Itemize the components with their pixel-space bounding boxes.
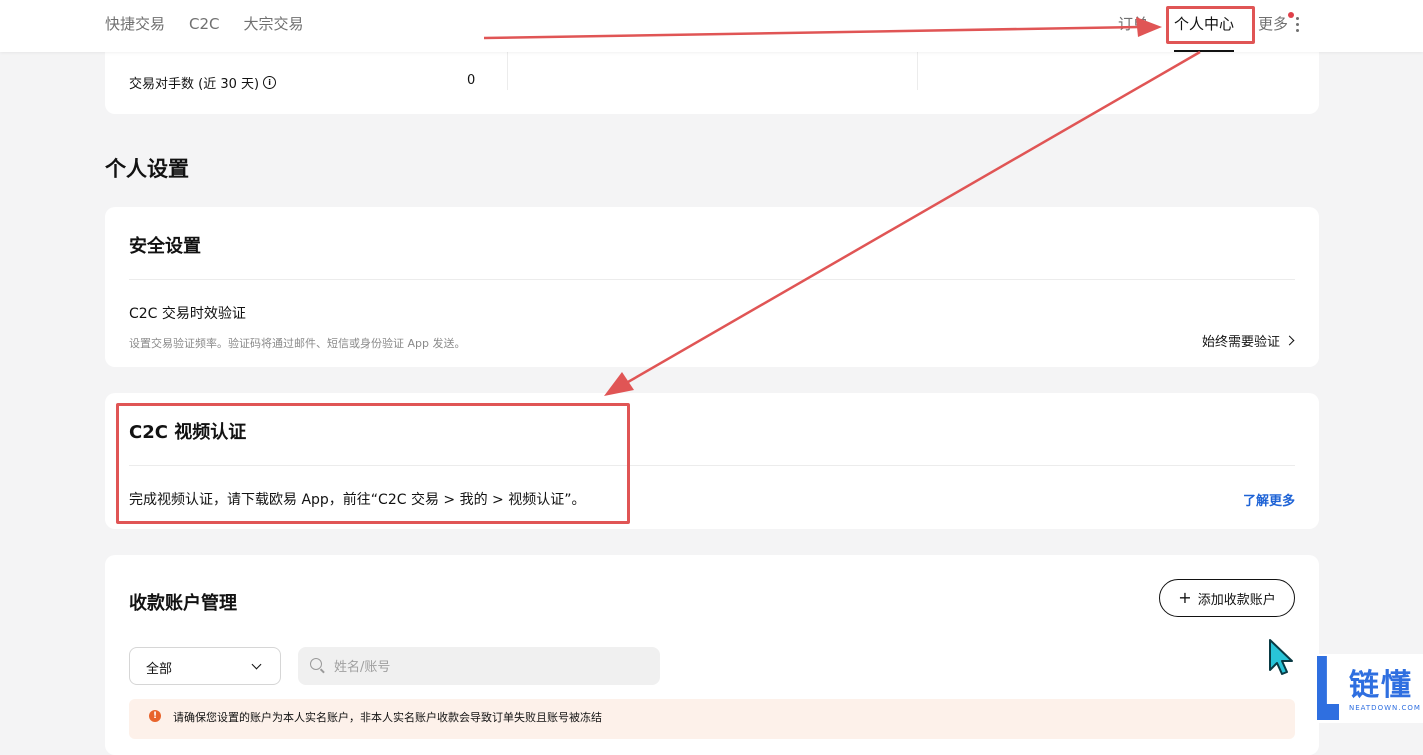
- counterparty-count-text: 交易对手数 (近 30 天): [129, 77, 260, 92]
- c2c-time-verification-desc: 设置交易验证频率。验证码将通过邮件、短信或身份验证 App 发送。: [129, 337, 466, 350]
- nav-more[interactable]: 更多: [1258, 12, 1295, 34]
- nav-orders[interactable]: 订单: [1118, 14, 1148, 34]
- personal-settings-title: 个人设置: [105, 157, 189, 181]
- highlight-box-video-auth: [116, 403, 630, 524]
- learn-more-link[interactable]: 了解更多: [1243, 490, 1295, 509]
- c2c-time-verification-title: C2C 交易时效验证: [129, 306, 246, 322]
- add-payment-account-button[interactable]: + 添加收款账户: [1159, 579, 1295, 617]
- payment-accounts-title: 收款账户管理: [129, 593, 237, 614]
- account-search-input[interactable]: [332, 647, 646, 687]
- nav-more-label: 更多: [1258, 15, 1289, 33]
- verification-frequency-value: 始终需要验证: [1201, 335, 1280, 350]
- watermark-subtext: NEATDOWN.COM: [1349, 704, 1421, 712]
- warning-icon: !: [149, 710, 161, 722]
- add-payment-account-label: 添加收款账户: [1197, 592, 1276, 608]
- chevron-down-icon: [251, 659, 262, 670]
- search-icon: [310, 658, 322, 670]
- counterparty-count-value: 0: [467, 73, 476, 88]
- account-search-box: [298, 647, 660, 687]
- plus-icon: +: [1178, 588, 1192, 607]
- info-icon[interactable]: i: [263, 76, 277, 89]
- account-type-selected: 全部: [146, 662, 173, 677]
- nav-block-trade[interactable]: 大宗交易: [244, 14, 304, 34]
- watermark-logo: 链懂 NEATDOWN.COM: [1309, 654, 1423, 723]
- nav-left-group: 快捷交易 C2C 大宗交易: [105, 14, 304, 34]
- security-settings-card: 安全设置 C2C 交易时效验证 设置交易验证频率。验证码将通过邮件、短信或身份验…: [105, 207, 1319, 367]
- security-settings-title: 安全设置: [129, 236, 201, 257]
- real-name-notice: ! 请确保您设置的账户为本人实名账户，非本人实名账户收款会导致订单失败且账号被冻…: [129, 699, 1295, 739]
- nav-quick-trade[interactable]: 快捷交易: [105, 14, 165, 34]
- counterparty-count-label: 交易对手数 (近 30 天) i: [129, 73, 277, 92]
- mouse-cursor-icon: [1269, 639, 1293, 675]
- card-divider: [129, 279, 1295, 280]
- notification-dot-icon: [1288, 12, 1295, 18]
- chevron-right-icon: [1284, 335, 1295, 346]
- account-type-select[interactable]: 全部: [129, 647, 281, 685]
- nav-c2c[interactable]: C2C: [189, 14, 220, 34]
- kebab-menu-icon[interactable]: [1296, 16, 1300, 32]
- highlight-box-personal-center: [1166, 6, 1255, 44]
- watermark-l-icon: [1317, 656, 1339, 720]
- verification-frequency-selector[interactable]: 始终需要验证: [1201, 331, 1295, 350]
- watermark-text: 链懂: [1349, 668, 1413, 703]
- payment-accounts-card: 收款账户管理 + 添加收款账户 全部 ! 请确保您设置的账户为本人实名账户，非本…: [105, 555, 1319, 755]
